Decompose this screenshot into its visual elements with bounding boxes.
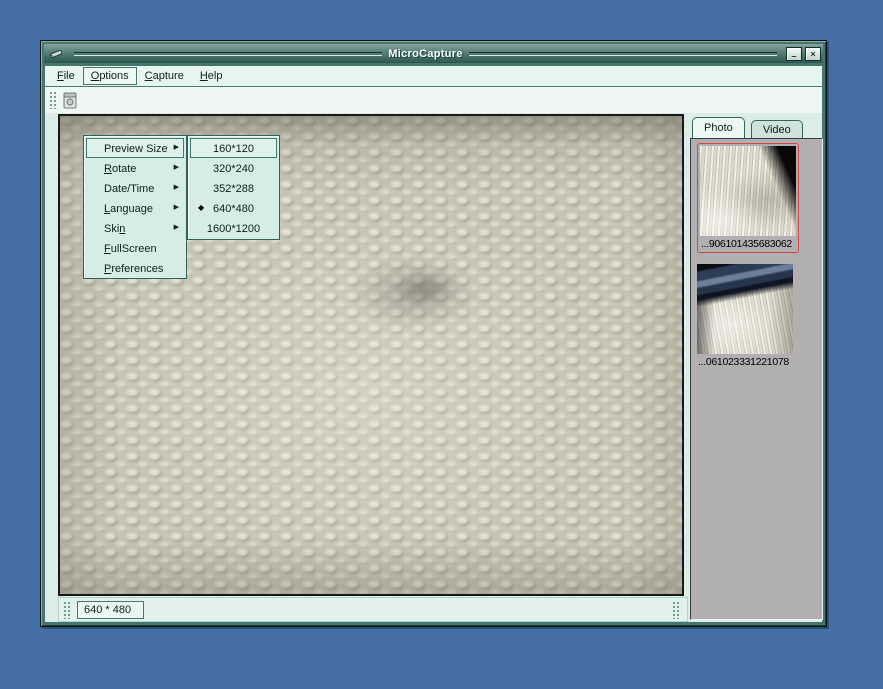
statusbar-drag-handle[interactable] xyxy=(63,601,71,619)
menu-file[interactable]: File xyxy=(49,67,83,85)
minimize-button[interactable]: – xyxy=(786,47,802,61)
submenu-arrow-icon: ▶ xyxy=(174,159,179,177)
submenu-item-160x120[interactable]: 160*120 xyxy=(190,138,277,158)
titlebar[interactable]: MicroCapture – × xyxy=(44,44,823,63)
gallery-tabs: Photo Video xyxy=(690,117,823,138)
minimize-icon: – xyxy=(791,51,796,61)
titlebar-ornament-left xyxy=(74,52,382,56)
app-pen-icon xyxy=(48,47,64,60)
menubar: File Options Capture Help xyxy=(45,66,822,87)
submenu-arrow-icon: ▶ xyxy=(174,199,179,217)
thumbnail-item[interactable]: ...061023331221078 xyxy=(697,264,797,370)
submenu-arrow-icon: ▶ xyxy=(174,179,179,197)
thumbnail-image-bristles-2 xyxy=(697,264,793,354)
menu-item-preview-size[interactable]: Preview Size ▶ xyxy=(86,138,184,158)
submenu-item-1600x1200[interactable]: 1600*1200 xyxy=(190,218,277,238)
gallery-panel: Photo Video ...906101435683062 ...061023… xyxy=(690,117,823,620)
menu-item-preferences[interactable]: Preferences xyxy=(86,258,184,278)
window-title: MicroCapture xyxy=(388,48,463,60)
statusbar: 640 * 480 xyxy=(58,597,688,622)
thumbnail-caption: ...906101435683062 xyxy=(700,236,796,252)
submenu-arrow-icon: ▶ xyxy=(174,139,179,157)
titlebar-ornament-right xyxy=(469,52,777,56)
thumbnail-item-selected[interactable]: ...906101435683062 xyxy=(697,143,799,253)
tab-photo[interactable]: Photo xyxy=(692,117,745,138)
menu-options[interactable]: Options xyxy=(83,67,137,85)
menu-item-language[interactable]: Language ▶ xyxy=(86,198,184,218)
menu-item-skin[interactable]: Skin ▶ xyxy=(86,218,184,238)
menu-item-date-time[interactable]: Date/Time ▶ xyxy=(86,178,184,198)
submenu-item-352x288[interactable]: 352*288 xyxy=(190,178,277,198)
statusbar-resize-handle[interactable] xyxy=(672,601,680,619)
desktop: MicroCapture – × File Options Capture He… xyxy=(0,0,883,689)
toolbar xyxy=(45,87,822,113)
menu-item-fullscreen[interactable]: FullScreen xyxy=(86,238,184,258)
window-content: 640 * 480 Photo Video ...906101435683062 xyxy=(45,87,822,622)
menu-help[interactable]: Help xyxy=(192,67,231,85)
menu-capture[interactable]: Capture xyxy=(137,67,192,85)
menu-item-rotate[interactable]: Rotate ▶ xyxy=(86,158,184,178)
selected-diamond-icon: ◆ xyxy=(198,199,204,217)
camera-capture-icon[interactable] xyxy=(61,90,79,110)
thumbnail-list: ...906101435683062 ...061023331221078 xyxy=(690,138,823,620)
close-icon: × xyxy=(810,49,815,59)
toolbar-drag-handle[interactable] xyxy=(49,91,57,109)
submenu-item-640x480[interactable]: ◆ 640*480 xyxy=(190,198,277,218)
tab-video[interactable]: Video xyxy=(751,120,803,138)
resolution-indicator: 640 * 480 xyxy=(77,601,144,619)
preview-size-submenu: 160*120 320*240 352*288 ◆ 640*480 1600*1… xyxy=(187,135,280,240)
thumbnail-image-bristles-1 xyxy=(700,146,796,236)
close-button[interactable]: × xyxy=(805,47,821,61)
submenu-arrow-icon: ▶ xyxy=(174,219,179,237)
submenu-item-320x240[interactable]: 320*240 xyxy=(190,158,277,178)
options-menu-popup: Preview Size ▶ Rotate ▶ Date/Time ▶ Lang… xyxy=(83,135,187,279)
thumbnail-caption: ...061023331221078 xyxy=(697,354,797,370)
microcapture-window: MicroCapture – × File Options Capture He… xyxy=(40,40,827,627)
